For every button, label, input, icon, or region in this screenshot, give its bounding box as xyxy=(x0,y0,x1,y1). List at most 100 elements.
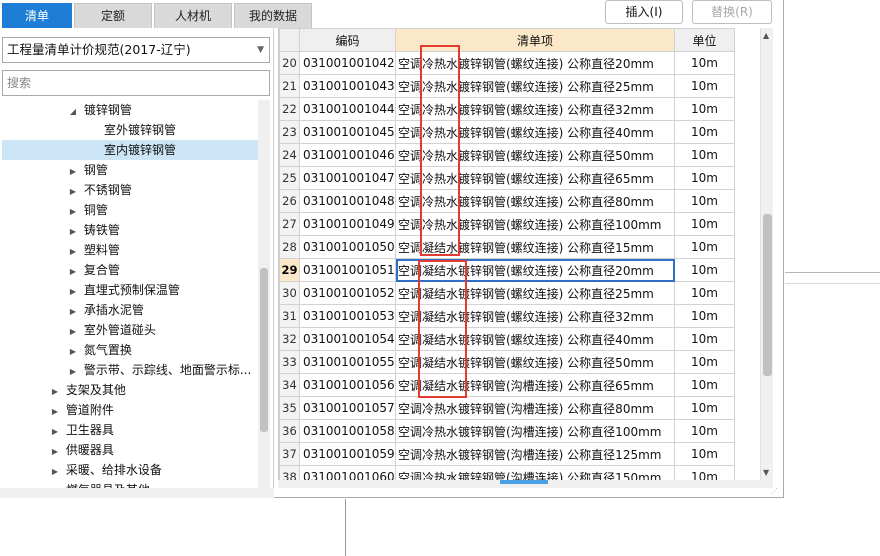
unit-cell[interactable]: 10m xyxy=(674,189,735,213)
list-item-cell[interactable]: 空调凝结水镀锌钢管(螺纹连接) 公称直径25mm xyxy=(395,281,675,305)
spec-select[interactable]: 工程量清单计价规范(2017-辽宁) ▼ xyxy=(2,37,270,63)
list-item-cell[interactable]: 空调冷热水镀锌钢管(螺纹连接) 公称直径32mm xyxy=(395,97,675,121)
collapsed-arrow-icon[interactable]: ▶ xyxy=(66,322,80,342)
unit-cell[interactable]: 10m xyxy=(674,281,735,305)
list-item-cell[interactable]: 空调冷热水镀锌钢管(螺纹连接) 公称直径20mm xyxy=(395,51,675,75)
grid-vertical-scrollbar[interactable]: ▲ ▼ xyxy=(760,28,773,480)
list-item-cell[interactable]: 空调冷热水镀锌钢管(沟槽连接) 公称直径125mm xyxy=(395,442,675,466)
table-row[interactable]: 24 031001001046 空调冷热水镀锌钢管(螺纹连接) 公称直径50mm 10… xyxy=(279,143,735,167)
code-cell[interactable]: 031001001046 xyxy=(299,143,396,167)
tree-item[interactable]: ▶ 室外管道碰头 xyxy=(66,320,156,340)
table-row[interactable]: 34 031001001056 空调凝结水镀锌钢管(沟槽连接) 公称直径65mm 10… xyxy=(279,373,735,397)
unit-cell[interactable]: 10m xyxy=(674,235,735,259)
grid-hscroll-thumb[interactable] xyxy=(500,480,548,484)
code-cell[interactable]: 031001001055 xyxy=(299,350,396,374)
code-cell[interactable]: 031001001047 xyxy=(299,166,396,190)
table-row[interactable]: 35 031001001057 空调冷热水镀锌钢管(沟槽连接) 公称直径80mm 10… xyxy=(279,396,735,420)
code-cell[interactable]: 031001001056 xyxy=(299,373,396,397)
table-row[interactable]: 30 031001001052 空调凝结水镀锌钢管(螺纹连接) 公称直径25mm 10… xyxy=(279,281,735,305)
tree-item[interactable]: ▶ 警示带、示踪线、地面警示标... xyxy=(66,360,251,380)
table-row[interactable]: 25 031001001047 空调冷热水镀锌钢管(螺纹连接) 公称直径65mm 10… xyxy=(279,166,735,190)
tree-item[interactable]: ▶ 燃气器具及其他 xyxy=(48,480,150,488)
table-row[interactable]: 28 031001001050 空调凝结水镀锌钢管(螺纹连接) 公称直径15mm 10… xyxy=(279,235,735,259)
unit-cell[interactable]: 10m xyxy=(674,350,735,374)
collapsed-arrow-icon[interactable]: ▶ xyxy=(66,222,80,242)
tree-item[interactable]: ▶ 铸铁管 xyxy=(66,220,120,240)
collapsed-arrow-icon[interactable]: ▶ xyxy=(48,382,62,402)
code-cell[interactable]: 031001001044 xyxy=(299,97,396,121)
collapsed-arrow-icon[interactable]: ▶ xyxy=(66,282,80,302)
replace-button[interactable]: 替换(R) xyxy=(692,0,772,24)
table-row[interactable]: 26 031001001048 空调冷热水镀锌钢管(螺纹连接) 公称直径80mm 10… xyxy=(279,189,735,213)
code-cell[interactable]: 031001001052 xyxy=(299,281,396,305)
expanded-arrow-icon[interactable]: ◢ xyxy=(66,102,80,122)
collapsed-arrow-icon[interactable]: ▶ xyxy=(48,462,62,482)
unit-cell[interactable]: 10m xyxy=(674,212,735,236)
code-cell[interactable]: 031001001051 xyxy=(299,258,396,282)
code-cell[interactable]: 031001001054 xyxy=(299,327,396,351)
list-item-cell[interactable]: 空调冷热水镀锌钢管(螺纹连接) 公称直径80mm xyxy=(395,189,675,213)
unit-cell[interactable]: 10m xyxy=(674,166,735,190)
table-row[interactable]: 38 031001001060 空调冷热水镀锌钢管(沟槽连接) 公称直径150mm 1… xyxy=(279,465,735,480)
code-cell[interactable]: 031001001050 xyxy=(299,235,396,259)
tree-item[interactable]: ▶ 钢管 xyxy=(66,160,108,180)
table-row[interactable]: 32 031001001054 空调凝结水镀锌钢管(螺纹连接) 公称直径40mm 10… xyxy=(279,327,735,351)
code-cell[interactable]: 031001001058 xyxy=(299,419,396,443)
tree-item[interactable]: ▶ 供暖器具 xyxy=(48,440,114,460)
table-row[interactable]: 31 031001001053 空调凝结水镀锌钢管(螺纹连接) 公称直径32mm 10… xyxy=(279,304,735,328)
header-list-item[interactable]: 清单项 xyxy=(395,28,675,52)
table-row[interactable]: 27 031001001049 空调冷热水镀锌钢管(螺纹连接) 公称直径100mm 1… xyxy=(279,212,735,236)
unit-cell[interactable]: 10m xyxy=(674,304,735,328)
table-row[interactable]: 36 031001001058 空调冷热水镀锌钢管(沟槽连接) 公称直径100mm 1… xyxy=(279,419,735,443)
code-cell[interactable]: 031001001045 xyxy=(299,120,396,144)
header-unit[interactable]: 单位 xyxy=(674,28,735,52)
tree-item[interactable]: ▶ 卫生器具 xyxy=(48,420,114,440)
unit-cell[interactable]: 10m xyxy=(674,396,735,420)
tree-item[interactable]: ▶ 氮气置换 xyxy=(66,340,132,360)
unit-cell[interactable]: 10m xyxy=(674,97,735,121)
tree-item[interactable]: ▶ 支架及其他 xyxy=(48,380,126,400)
collapsed-arrow-icon[interactable]: ▶ xyxy=(48,402,62,422)
list-item-cell[interactable]: 空调冷热水镀锌钢管(螺纹连接) 公称直径65mm xyxy=(395,166,675,190)
table-row[interactable]: 21 031001001043 空调冷热水镀锌钢管(螺纹连接) 公称直径25mm 10… xyxy=(279,74,735,98)
code-cell[interactable]: 031001001049 xyxy=(299,212,396,236)
unit-cell[interactable]: 10m xyxy=(674,51,735,75)
tree-item[interactable]: ▶ 承插水泥管 xyxy=(66,300,144,320)
code-cell[interactable]: 031001001053 xyxy=(299,304,396,328)
tree-item[interactable]: ▶ 采暖、给排水设备 xyxy=(48,460,162,480)
tab-list[interactable]: 清单 xyxy=(2,3,72,28)
tree-item[interactable]: 室外镀锌钢管 xyxy=(104,120,176,140)
tab-labor-material-machine[interactable]: 人材机 xyxy=(154,3,232,28)
table-row[interactable]: 22 031001001044 空调冷热水镀锌钢管(螺纹连接) 公称直径32mm 10… xyxy=(279,97,735,121)
list-item-cell[interactable]: 空调凝结水镀锌钢管(螺纹连接) 公称直径40mm xyxy=(395,327,675,351)
list-item-cell[interactable]: 空调凝结水镀锌钢管(螺纹连接) 公称直径50mm xyxy=(395,350,675,374)
list-item-cell[interactable]: 空调冷热水镀锌钢管(螺纹连接) 公称直径40mm xyxy=(395,120,675,144)
tree-scrollbar[interactable] xyxy=(258,100,270,488)
unit-cell[interactable]: 10m xyxy=(674,74,735,98)
list-item-cell[interactable]: 空调凝结水镀锌钢管(螺纹连接) 公称直径32mm xyxy=(395,304,675,328)
code-cell[interactable]: 031001001048 xyxy=(299,189,396,213)
list-item-cell[interactable]: 空调冷热水镀锌钢管(沟槽连接) 公称直径100mm xyxy=(395,419,675,443)
table-row[interactable]: 29 031001001051 空调凝结水镀锌钢管(螺纹连接) 公称直径20mm 10… xyxy=(279,258,735,282)
code-cell[interactable]: 031001001043 xyxy=(299,74,396,98)
table-row[interactable]: 33 031001001055 空调凝结水镀锌钢管(螺纹连接) 公称直径50mm 10… xyxy=(279,350,735,374)
collapsed-arrow-icon[interactable]: ▶ xyxy=(66,242,80,262)
collapsed-arrow-icon[interactable]: ▶ xyxy=(66,202,80,222)
tree-item[interactable]: ▶ 复合管 xyxy=(66,260,120,280)
collapsed-arrow-icon[interactable]: ▶ xyxy=(66,302,80,322)
search-input[interactable] xyxy=(3,71,269,95)
tree-item[interactable]: ▶ 塑料管 xyxy=(66,240,120,260)
list-item-cell[interactable]: 空调冷热水镀锌钢管(沟槽连接) 公称直径150mm xyxy=(395,465,675,480)
tree-item[interactable]: 室内镀锌钢管 xyxy=(2,140,258,160)
tree-item[interactable]: ▶ 直埋式预制保温管 xyxy=(66,280,180,300)
tree-item[interactable]: ▶ 不锈钢管 xyxy=(66,180,132,200)
search-field[interactable] xyxy=(2,70,270,96)
unit-cell[interactable]: 10m xyxy=(674,442,735,466)
insert-button[interactable]: 插入(I) xyxy=(605,0,683,24)
tree-item[interactable]: ◢ 镀锌钢管 xyxy=(66,100,132,120)
scroll-up-icon[interactable]: ▲ xyxy=(763,31,769,40)
tree-horizontal-scrollbar[interactable] xyxy=(0,488,274,498)
scroll-down-icon[interactable]: ▼ xyxy=(763,468,769,477)
collapsed-arrow-icon[interactable]: ▶ xyxy=(48,422,62,442)
list-item-cell[interactable]: 空调凝结水镀锌钢管(螺纹连接) 公称直径15mm xyxy=(395,235,675,259)
